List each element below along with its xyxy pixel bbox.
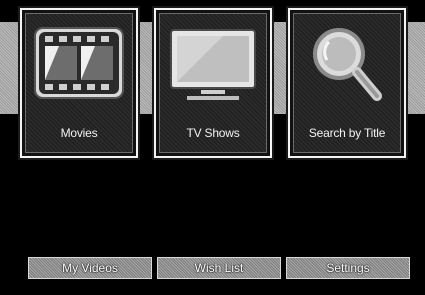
search-by-title-label: Search by Title	[308, 126, 386, 140]
video-menu-screen: Movies TV Shows Search by Title My Video…	[0, 0, 425, 295]
film-reel-icon	[22, 20, 136, 110]
settings-button[interactable]: Settings	[286, 257, 410, 279]
tv-shows-tile[interactable]: TV Shows	[152, 6, 274, 160]
tv-shows-label: TV Shows	[186, 126, 240, 140]
search-by-title-tile[interactable]: Search by Title	[286, 6, 408, 160]
television-icon	[156, 20, 270, 110]
movies-label: Movies	[60, 126, 98, 140]
my-videos-button[interactable]: My Videos	[28, 257, 152, 279]
movies-tile[interactable]: Movies	[18, 6, 140, 160]
magnifying-glass-icon	[290, 20, 404, 110]
wish-list-button[interactable]: Wish List	[157, 257, 281, 279]
